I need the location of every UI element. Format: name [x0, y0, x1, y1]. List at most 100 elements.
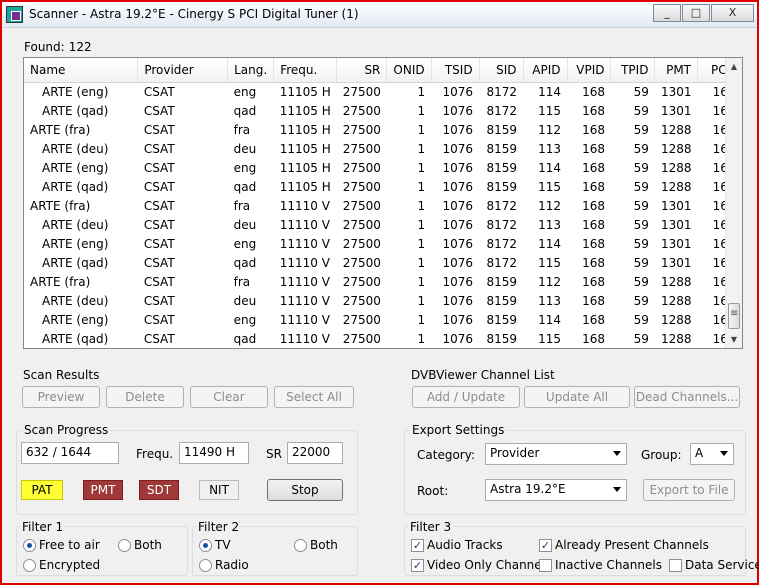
table-cell: fra	[233, 122, 251, 137]
table-row[interactable]: ARTE (fra) CSAT fra 11105 H 27500 1 1076 8159 11…	[24, 120, 742, 139]
clear-button[interactable]: Clear	[190, 386, 268, 408]
table-row[interactable]: ARTE (fra) CSAT fra 11110 V 27500 1 1076 8159 11…	[24, 272, 742, 291]
table-cell: 11105 H	[279, 141, 331, 156]
table-cell: 168	[582, 293, 605, 308]
table-cell: 8159	[486, 331, 518, 346]
stop-button[interactable]: Stop	[267, 479, 343, 501]
column-header[interactable]: Frequ.	[273, 58, 338, 83]
data-services-checkbox[interactable]	[669, 559, 682, 572]
column-header[interactable]: TPID	[610, 58, 656, 83]
delete-button[interactable]: Delete	[106, 386, 184, 408]
progress-field[interactable]: 632 / 1644	[21, 442, 119, 464]
table-cell: 112	[538, 274, 562, 289]
scroll-up-icon[interactable]: ▲	[726, 58, 742, 75]
table-row[interactable]: ARTE (eng) CSAT eng 11105 H 27500 1 1076 8172 11…	[24, 82, 742, 101]
table-cell: 59	[633, 274, 649, 289]
add-update-button[interactable]: Add / Update	[412, 386, 520, 408]
table-cell: ARTE (eng)	[42, 84, 109, 99]
table-row[interactable]: ARTE (eng) CSAT eng 11110 V 27500 1 1076 8172 11…	[24, 234, 742, 253]
table-cell: 1076	[442, 198, 474, 213]
select-all-button[interactable]: Select All	[274, 386, 354, 408]
table-cell: 1288	[660, 179, 692, 194]
tv-label[interactable]: TV	[215, 538, 231, 552]
column-header[interactable]: Name	[24, 58, 139, 83]
table-row[interactable]: ARTE (deu) CSAT deu 11110 V 27500 1 1076 8172 11…	[24, 215, 742, 234]
filter2-both-label[interactable]: Both	[310, 538, 338, 552]
data-services-label[interactable]: Data Services	[685, 558, 759, 572]
table-row[interactable]: ARTE (qad) CSAT qad 11105 H 27500 1 1076 8159 11…	[24, 177, 742, 196]
radio-label[interactable]: Radio	[215, 558, 249, 572]
category-dropdown[interactable]: Provider	[485, 443, 627, 465]
video-only-checkbox[interactable]: ✓	[411, 559, 424, 572]
vertical-scrollbar[interactable]: ▲ ▼	[725, 58, 742, 348]
preview-button[interactable]: Preview	[22, 386, 100, 408]
table-cell: 11105 H	[279, 103, 331, 118]
minimize-button[interactable]: _	[653, 4, 681, 22]
frequ-field[interactable]: 11490 H	[179, 442, 249, 464]
column-header[interactable]: ONID	[386, 58, 432, 83]
audio-tracks-label[interactable]: Audio Tracks	[427, 538, 503, 552]
filter1-both-label[interactable]: Both	[134, 538, 162, 552]
column-header[interactable]: APID	[523, 58, 568, 83]
table-row[interactable]: ARTE (qad) CSAT qad 11110 V 27500 1 1076 8159 11…	[24, 329, 742, 348]
dead-channels-button[interactable]: Dead Channels...	[634, 386, 740, 408]
table-cell: 1076	[442, 179, 474, 194]
table-cell: 1288	[660, 293, 692, 308]
scroll-thumb[interactable]	[728, 303, 740, 329]
table-cell: 168	[582, 255, 605, 270]
encrypted-radio[interactable]	[23, 559, 36, 572]
export-to-file-button[interactable]: Export to File	[643, 479, 735, 501]
column-header[interactable]: SID	[479, 58, 524, 83]
table-cell: 11110 V	[279, 198, 330, 213]
column-header[interactable]: SR	[336, 58, 388, 83]
scroll-down-icon[interactable]: ▼	[726, 331, 742, 348]
table-row[interactable]: ARTE (qad) CSAT qad 11105 H 27500 1 1076 8172 11…	[24, 101, 742, 120]
inactive-label[interactable]: Inactive Channels	[555, 558, 662, 572]
sr-field[interactable]: 22000	[287, 442, 343, 464]
column-header[interactable]: PMT	[654, 58, 698, 83]
table-row[interactable]: ARTE (fra) CSAT fra 11110 V 27500 1 1076 8172 11…	[24, 196, 742, 215]
table-cell: 1301	[660, 217, 692, 232]
column-header[interactable]: VPID	[567, 58, 612, 83]
root-dropdown[interactable]: Astra 19.2°E	[485, 479, 627, 501]
table-body: ARTE (eng) CSAT eng 11105 H 27500 1 1076 8172 11…	[24, 82, 742, 348]
free-to-air-radio[interactable]	[23, 539, 36, 552]
filter2-both-radio[interactable]	[294, 539, 307, 552]
filter1-title: Filter 1	[20, 520, 66, 534]
column-header[interactable]: Provider	[137, 58, 229, 83]
category-value: Provider	[490, 446, 540, 460]
found-value: 122	[68, 40, 92, 54]
close-button[interactable]: X	[711, 4, 754, 22]
update-all-button[interactable]: Update All	[524, 386, 630, 408]
table-cell: ARTE (deu)	[42, 141, 109, 156]
chevron-down-icon	[613, 487, 621, 492]
found-count: Found: 122	[24, 40, 96, 54]
filter1-both-radio[interactable]	[118, 539, 131, 552]
table-cell: CSAT	[143, 331, 175, 346]
table-row[interactable]: ARTE (eng) CSAT eng 11105 H 27500 1 1076 8159 11…	[24, 158, 742, 177]
tv-radio[interactable]	[199, 539, 212, 552]
column-header[interactable]: Lang.	[227, 58, 275, 83]
already-present-label[interactable]: Already Present Channels	[555, 538, 709, 552]
channel-list-view[interactable]: Name Provider Lang. Frequ. SR ONID TSID …	[23, 57, 743, 349]
maximize-button[interactable]: □	[682, 4, 710, 22]
column-header[interactable]: TSID	[431, 58, 480, 83]
table-row[interactable]: ARTE (deu) CSAT deu 11105 H 27500 1 1076 8159 11…	[24, 139, 742, 158]
title-bar[interactable]: Scanner - Astra 19.2°E - Cinergy S PCI D…	[2, 2, 757, 28]
table-cell: 114	[538, 312, 562, 327]
audio-tracks-checkbox[interactable]: ✓	[411, 539, 424, 552]
inactive-checkbox[interactable]	[539, 559, 552, 572]
radio-radio[interactable]	[199, 559, 212, 572]
table-cell: deu	[233, 141, 257, 156]
video-only-label[interactable]: Video Only Channel	[427, 558, 545, 572]
table-cell: ARTE (qad)	[42, 331, 109, 346]
free-to-air-label[interactable]: Free to air	[39, 538, 100, 552]
table-row[interactable]: ARTE (deu) CSAT deu 11110 V 27500 1 1076 8159 11…	[24, 291, 742, 310]
group-dropdown[interactable]: A	[690, 443, 734, 465]
already-present-checkbox[interactable]: ✓	[539, 539, 552, 552]
table-row[interactable]: ARTE (eng) CSAT eng 11110 V 27500 1 1076 8159 11…	[24, 310, 742, 329]
encrypted-label[interactable]: Encrypted	[39, 558, 100, 572]
table-cell: 8159	[486, 293, 518, 308]
table-row[interactable]: ARTE (qad) CSAT qad 11110 V 27500 1 1076 8172 11…	[24, 253, 742, 272]
table-cell: 59	[633, 84, 649, 99]
